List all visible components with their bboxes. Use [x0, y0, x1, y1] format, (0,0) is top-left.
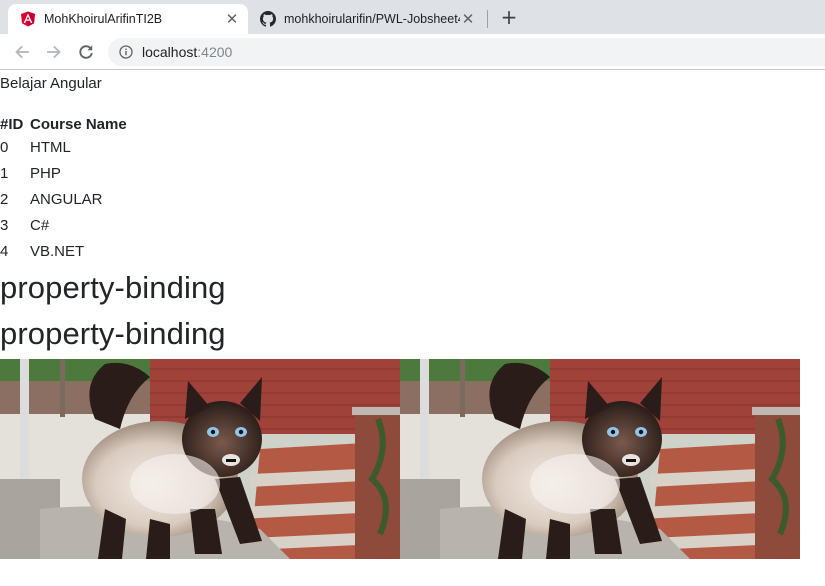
course-name-cell: C# — [30, 217, 50, 234]
table-row: 2 ANGULAR — [0, 187, 127, 213]
close-tab-icon[interactable]: ✕ — [224, 11, 240, 27]
course-id-cell: 3 — [0, 217, 9, 234]
reload-icon — [79, 45, 93, 59]
tab-title: mohkhoirularifin/PWL-Jobsheet4 — [284, 12, 460, 26]
table-row: 4 VB.NET — [0, 239, 127, 265]
course-id-cell: 1 — [0, 165, 9, 182]
angular-icon — [21, 11, 35, 27]
course-name-cell: HTML — [30, 139, 71, 156]
course-name-cell: VB.NET — [30, 243, 85, 260]
course-id-cell: 0 — [0, 139, 9, 156]
column-header-id: #ID — [0, 116, 24, 133]
arrow-left-icon — [15, 45, 29, 59]
property-binding-heading: property-binding — [0, 316, 226, 351]
close-tab-icon[interactable]: ✕ — [460, 11, 476, 27]
column-header-course-name: Course Name — [30, 116, 127, 133]
table-row: 1 PHP — [0, 161, 127, 187]
course-name-cell: ANGULAR — [30, 191, 103, 208]
table-header-row: #ID Course Name — [0, 115, 127, 135]
course-id-cell: 4 — [0, 243, 9, 260]
table-row: 0 HTML — [0, 135, 127, 161]
reload-button[interactable] — [75, 41, 97, 63]
course-name-cell: PHP — [30, 165, 61, 182]
address-bar[interactable]: localhost:4200 — [108, 38, 825, 66]
cat-image — [0, 359, 400, 559]
forward-button[interactable] — [43, 41, 65, 63]
tab-title: MohKhoirulArifinTI2B — [44, 12, 163, 26]
back-button[interactable] — [11, 41, 33, 63]
info-icon[interactable] — [119, 45, 133, 59]
tab-separator — [487, 10, 488, 28]
tab-angular-app[interactable]: MohKhoirulArifinTI2B ✕ — [8, 4, 248, 34]
app-title: Belajar Angular — [0, 75, 102, 92]
tab-github[interactable]: mohkhoirularifin/PWL-Jobsheet4 ✕ — [248, 4, 484, 34]
url-port: :4200 — [197, 44, 233, 60]
arrow-right-icon — [47, 45, 61, 59]
url-host: localhost — [142, 44, 198, 60]
tab-strip: MohKhoirulArifinTI2B ✕ mohkhoirularifin/… — [0, 0, 825, 34]
property-binding-heading: property-binding — [0, 270, 226, 305]
github-icon — [260, 11, 276, 27]
browser-toolbar: localhost:4200 — [0, 34, 825, 70]
courses-table: #ID Course Name 0 HTML 1 PHP 2 ANGULAR 3… — [0, 115, 127, 265]
new-tab-button[interactable]: + — [498, 6, 520, 28]
page-content: Belajar Angular #ID Course Name 0 HTML 1… — [0, 71, 825, 586]
course-id-cell: 2 — [0, 191, 9, 208]
url-text[interactable]: localhost:4200 — [142, 44, 232, 60]
cat-image — [400, 359, 800, 559]
table-row: 3 C# — [0, 213, 127, 239]
